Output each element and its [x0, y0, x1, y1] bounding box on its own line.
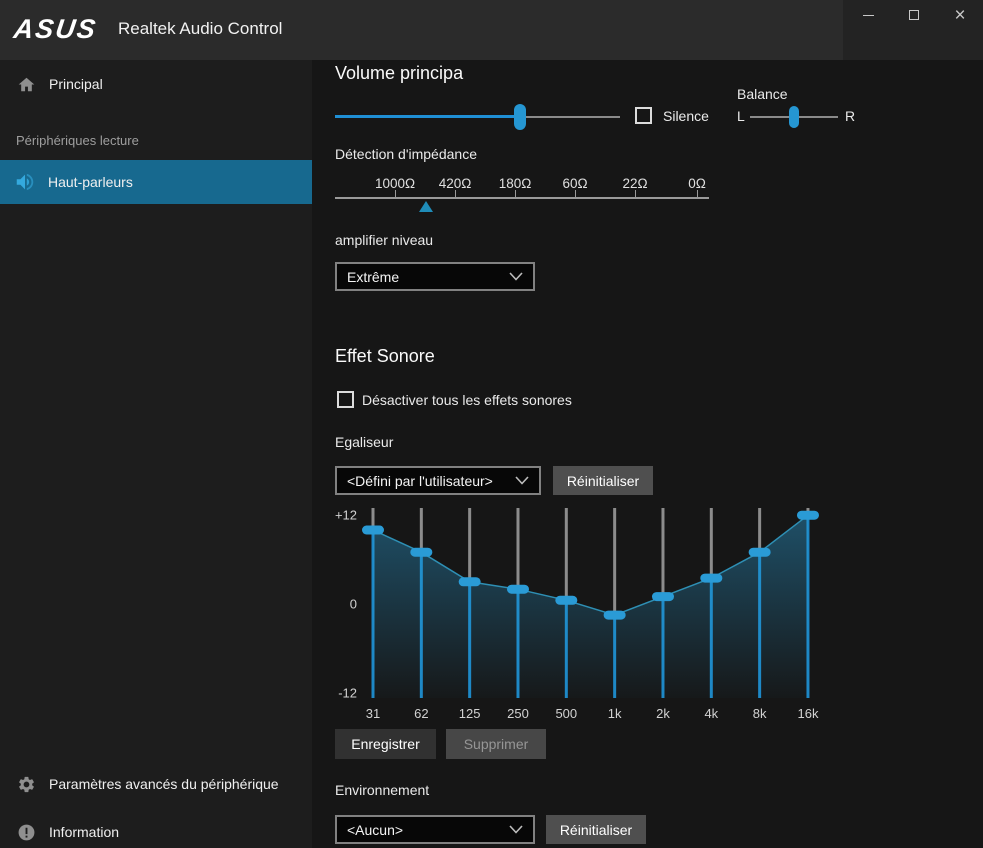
svg-text:2k: 2k — [656, 706, 670, 721]
svg-text:16k: 16k — [797, 706, 818, 721]
main-panel: Volume principa Silence Balance L R Déte… — [312, 60, 983, 848]
svg-text:4k: 4k — [704, 706, 718, 721]
svg-text:31: 31 — [366, 706, 380, 721]
balance-left-label: L — [737, 108, 745, 124]
sidebar: Principal Périphériques lecture Haut-par… — [0, 60, 312, 848]
delete-button[interactable]: Supprimer — [446, 729, 546, 759]
impedance-tick — [515, 190, 516, 197]
impedance-tick-label: 420Ω — [425, 176, 485, 191]
environment-reset-button[interactable]: Réinitialiser — [546, 815, 646, 844]
impedance-tick — [635, 190, 636, 197]
chevron-down-icon — [509, 825, 523, 834]
volume-thumb[interactable] — [514, 104, 526, 130]
svg-text:62: 62 — [414, 706, 428, 721]
impedance-tick-label: 180Ω — [485, 176, 545, 191]
svg-text:1k: 1k — [608, 706, 622, 721]
chevron-down-icon — [509, 272, 523, 281]
asus-logo: ASUS — [12, 14, 99, 45]
impedance-tick — [697, 190, 698, 197]
home-icon — [18, 76, 35, 93]
balance-slider[interactable] — [750, 106, 838, 128]
impedance-tick-label: 1000Ω — [365, 176, 425, 191]
amplifier-level-value: Extrême — [347, 269, 509, 285]
sidebar-item-advanced-settings[interactable]: Paramètres avancés du périphérique — [0, 765, 312, 803]
disable-all-effects-checkbox[interactable] — [337, 391, 354, 408]
impedance-marker-icon — [419, 201, 433, 212]
disable-all-effects-label: Désactiver tous les effets sonores — [362, 392, 572, 408]
silence-label: Silence — [663, 108, 709, 124]
minimize-button[interactable] — [851, 0, 885, 30]
gear-icon — [17, 775, 36, 794]
sidebar-item-label: Information — [49, 824, 119, 840]
impedance-tick-label: 22Ω — [605, 176, 665, 191]
minimize-icon — [863, 15, 874, 16]
app-window: ASUS Realtek Audio Control × Principal P… — [0, 0, 983, 848]
equalizer-label: Egaliseur — [335, 434, 393, 450]
amplifier-level-label: amplifier niveau — [335, 232, 433, 248]
titlebar: ASUS Realtek Audio Control × — [0, 0, 983, 60]
save-button[interactable]: Enregistrer — [335, 729, 436, 759]
equalizer-reset-button[interactable]: Réinitialiser — [553, 466, 653, 495]
svg-text:0: 0 — [350, 597, 357, 612]
sidebar-section-playback-devices: Périphériques lecture — [16, 133, 139, 148]
impedance-tick — [575, 190, 576, 197]
svg-text:8k: 8k — [753, 706, 767, 721]
sidebar-item-information[interactable]: Information — [0, 813, 312, 848]
impedance-tick — [455, 190, 456, 197]
sidebar-item-haut-parleurs[interactable]: Haut-parleurs — [0, 160, 312, 204]
chevron-down-icon — [515, 476, 529, 485]
svg-text:125: 125 — [459, 706, 481, 721]
speaker-icon — [14, 171, 36, 193]
sidebar-item-principal[interactable]: Principal — [0, 64, 312, 104]
equalizer-preset-dropdown[interactable]: <Défini par l'utilisateur> — [335, 466, 541, 495]
sidebar-item-label: Haut-parleurs — [48, 174, 133, 190]
volume-heading: Volume principa — [335, 63, 463, 84]
impedance-tick-label: 0Ω — [667, 176, 727, 191]
volume-slider[interactable] — [335, 104, 620, 130]
environment-label: Environnement — [335, 782, 429, 798]
svg-text:250: 250 — [507, 706, 529, 721]
impedance-tick — [395, 190, 396, 197]
volume-fill — [335, 115, 520, 118]
impedance-label: Détection d'impédance — [335, 146, 477, 162]
impedance-axis-line — [335, 197, 709, 199]
balance-right-label: R — [845, 108, 855, 124]
svg-text:500: 500 — [555, 706, 577, 721]
close-icon: × — [954, 6, 965, 25]
close-button[interactable]: × — [943, 0, 977, 30]
silence-checkbox[interactable] — [635, 107, 652, 124]
amplifier-level-dropdown[interactable]: Extrême — [335, 262, 535, 291]
impedance-tick-label: 60Ω — [545, 176, 605, 191]
environment-dropdown[interactable]: <Aucun> — [335, 815, 535, 844]
maximize-icon — [909, 10, 919, 20]
sidebar-item-label: Paramètres avancés du périphérique — [49, 776, 279, 792]
balance-thumb[interactable] — [789, 106, 799, 128]
info-icon — [17, 823, 36, 842]
equalizer-preset-value: <Défini par l'utilisateur> — [347, 473, 515, 489]
sidebar-item-label: Principal — [49, 76, 103, 92]
svg-text:+12: +12 — [335, 508, 357, 523]
impedance-scale: 1000Ω 420Ω 180Ω 60Ω 22Ω 0Ω — [335, 172, 715, 214]
app-title: Realtek Audio Control — [118, 19, 282, 39]
environment-value: <Aucun> — [347, 822, 509, 838]
maximize-button[interactable] — [897, 0, 931, 30]
equalizer-chart[interactable]: +12 0 -12 31 62 125 250 500 1k 2k 4k 8k 16k — [335, 500, 855, 728]
svg-text:-12: -12 — [338, 685, 357, 700]
sound-effect-heading: Effet Sonore — [335, 346, 435, 367]
balance-label: Balance — [737, 86, 788, 102]
